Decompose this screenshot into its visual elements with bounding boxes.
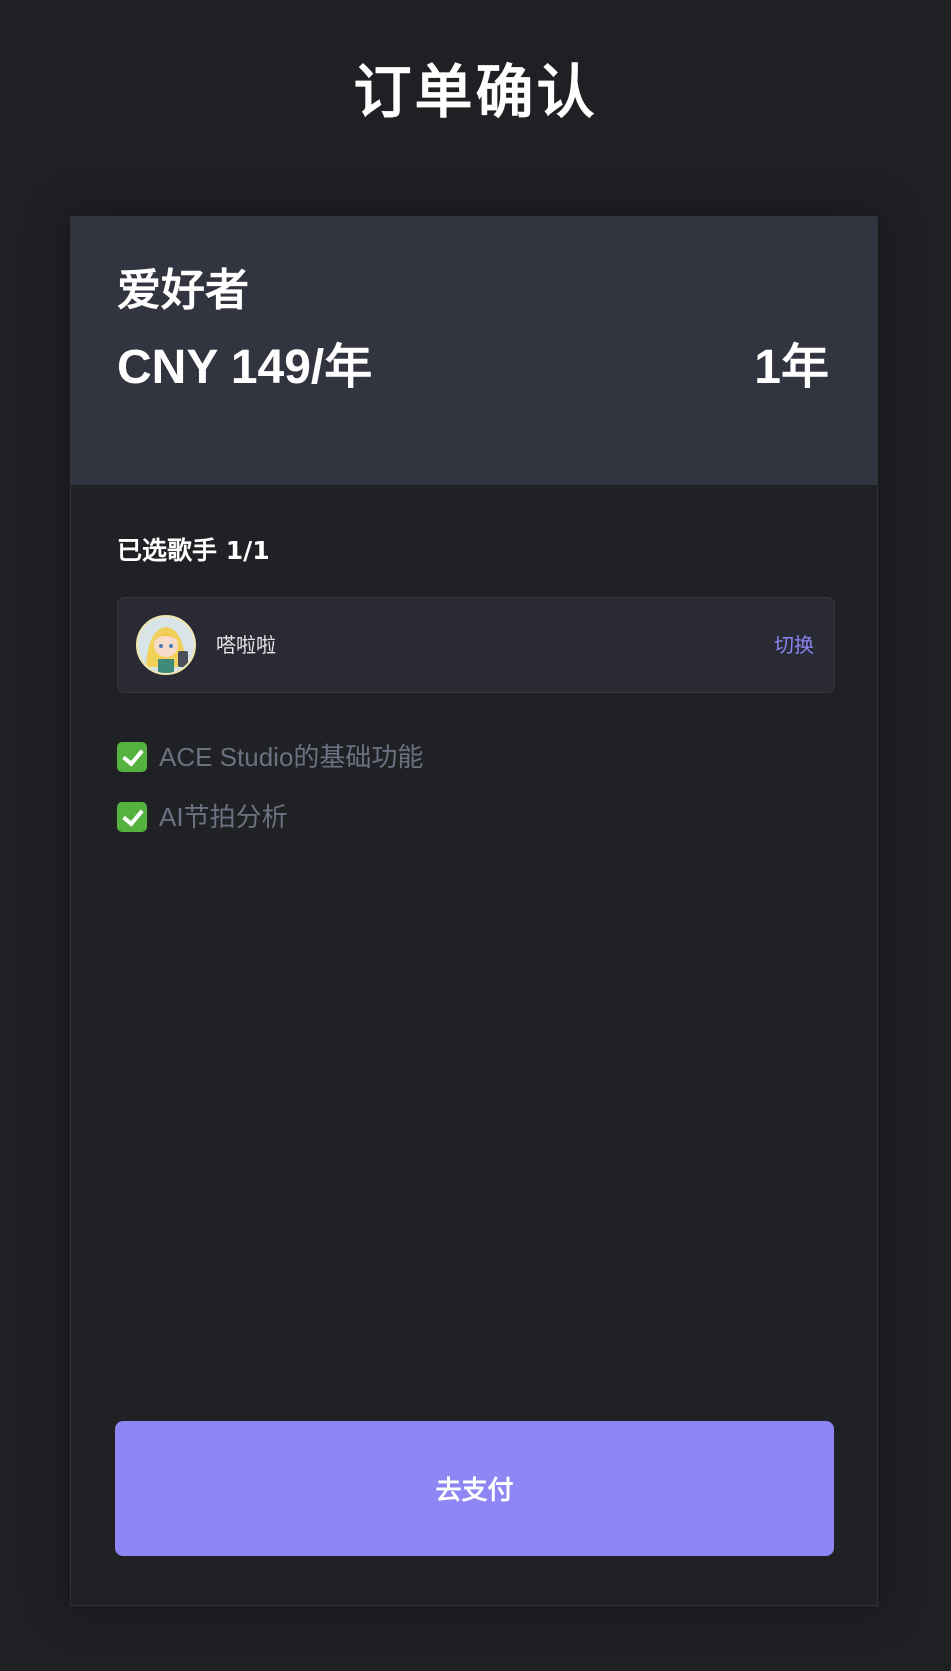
plan-header: 爱好者 CNY 149/年 1年 (71, 217, 877, 485)
singer-item: 嗒啦啦 切换 (117, 597, 835, 693)
selected-singers-label: 已选歌手 1/1 (117, 536, 270, 565)
feature-text: ACE Studio的基础功能 (159, 742, 424, 772)
pay-button[interactable]: 去支付 (115, 1421, 834, 1556)
plan-duration: 1年 (754, 341, 829, 394)
plan-name: 爱好者 (117, 265, 249, 316)
check-mark-icon (117, 742, 147, 772)
singer-avatar (136, 615, 196, 675)
plan-price: CNY 149/年 (117, 341, 373, 394)
feature-item: ACE Studio的基础功能 (117, 737, 423, 777)
page-title: 订单确认 (353, 58, 598, 126)
feature-item: AI节拍分析 (117, 797, 288, 837)
feature-text: AI节拍分析 (159, 802, 288, 832)
singer-name: 嗒啦啦 (216, 633, 276, 657)
order-card: 爱好者 CNY 149/年 1年 已选歌手 1/1 嗒啦啦 切换 ACE Stu… (70, 216, 878, 1606)
switch-singer-link[interactable]: 切换 (774, 628, 814, 662)
check-mark-icon (117, 802, 147, 832)
